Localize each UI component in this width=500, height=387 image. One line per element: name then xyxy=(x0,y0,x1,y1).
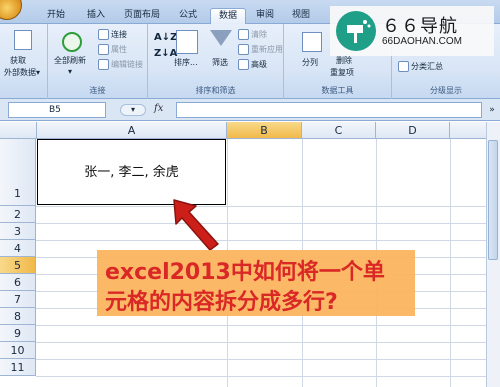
advanced-filter-button[interactable]: 高级 xyxy=(238,59,267,70)
row-header-6[interactable]: 6 xyxy=(0,274,36,291)
properties-button[interactable]: 属性 xyxy=(98,44,127,55)
edit-links-label: 编辑链接 xyxy=(111,60,143,69)
edit-links-icon xyxy=(98,59,109,70)
sort-button[interactable]: 排序... xyxy=(174,57,198,68)
group-label-outline: 分级显示 xyxy=(430,86,462,95)
tab-page-layout[interactable]: 页面布局 xyxy=(116,8,168,24)
connections-icon xyxy=(98,29,109,40)
tab-insert[interactable]: 插入 xyxy=(80,8,112,24)
get-external-data-label2[interactable]: 外部数据▾ xyxy=(4,67,40,78)
row-header-7[interactable]: 7 xyxy=(0,291,36,308)
group-label-connections: 连接 xyxy=(89,86,106,95)
gridline xyxy=(36,325,486,326)
insert-function-icon[interactable]: fx xyxy=(154,103,163,114)
callout-line-1: excel2013中如何将一个单 xyxy=(105,260,385,285)
clear-filter-icon xyxy=(238,29,249,40)
tab-review[interactable]: 审阅 xyxy=(250,8,280,24)
edit-links-button[interactable]: 编辑链接 xyxy=(98,59,143,70)
tab-formulas[interactable]: 公式 xyxy=(172,8,204,24)
get-external-data-icon xyxy=(14,30,32,50)
formula-bar: B5 ▾ fx » xyxy=(0,99,500,121)
row-header-10[interactable]: 10 xyxy=(0,342,36,359)
group-external-data: 获取 外部数据▾ xyxy=(0,24,48,99)
tab-home[interactable]: 开始 xyxy=(36,8,76,24)
group-sort-filter: A↓Z Z↓A 排序... 筛选 清除 重新应用 高级 排序和筛选 xyxy=(148,24,284,99)
sort-az-icon[interactable]: A↓Z xyxy=(154,32,177,43)
reapply-icon xyxy=(238,44,249,55)
row-header-1[interactable]: 1 xyxy=(0,139,36,206)
watermark-title: ６６导航 xyxy=(382,16,458,37)
connections-label: 连接 xyxy=(111,30,127,39)
gridline xyxy=(36,342,486,343)
text-to-columns-button[interactable]: 分列 xyxy=(302,57,318,68)
watermark-url: 66DAOHAN.COM xyxy=(382,36,463,47)
gridline xyxy=(36,206,486,207)
tab-view[interactable]: 视图 xyxy=(286,8,316,24)
properties-icon xyxy=(98,44,109,55)
text-to-columns-icon xyxy=(302,32,322,52)
row-header-5[interactable]: 5 xyxy=(0,257,36,274)
advanced-filter-label: 高级 xyxy=(251,60,267,69)
gridline xyxy=(36,359,486,360)
gridline xyxy=(450,139,451,387)
remove-duplicates-label1[interactable]: 删除 xyxy=(336,55,352,66)
gridline xyxy=(36,223,486,224)
properties-label: 属性 xyxy=(111,45,127,54)
subtotal-button[interactable]: 分类汇总 xyxy=(398,61,443,72)
reapply-button[interactable]: 重新应用 xyxy=(238,44,283,55)
row-header-11[interactable]: 11 xyxy=(0,359,36,376)
row-header-2[interactable]: 2 xyxy=(0,206,36,223)
column-header-d[interactable]: D xyxy=(376,122,450,139)
reapply-label: 重新应用 xyxy=(251,45,283,54)
select-all-corner[interactable] xyxy=(0,122,37,139)
subtotal-icon xyxy=(398,61,409,72)
refresh-all-icon xyxy=(62,32,82,52)
title-callout: excel2013中如何将一个单 元格的内容拆分成多行? xyxy=(97,250,415,316)
group-label-sort-filter: 排序和筛选 xyxy=(195,86,236,95)
sort-dialog-icon xyxy=(176,30,198,54)
watermark-logo-icon xyxy=(336,11,376,51)
subtotal-label: 分类汇总 xyxy=(411,62,443,71)
row-header-8[interactable]: 8 xyxy=(0,308,36,325)
clear-filter-button[interactable]: 清除 xyxy=(238,29,267,40)
column-header-c[interactable]: C xyxy=(302,122,376,139)
site-watermark: ６６导航 66DAOHAN.COM xyxy=(330,6,494,56)
vertical-scrollbar-thumb[interactable] xyxy=(488,140,498,260)
get-external-data-label1[interactable]: 获取 xyxy=(10,55,26,66)
row-header-4[interactable]: 4 xyxy=(0,240,36,257)
expand-formula-bar-icon[interactable]: » xyxy=(486,102,498,118)
tab-data[interactable]: 数据 xyxy=(210,8,246,24)
refresh-all-dropdown[interactable]: ▾ xyxy=(68,67,72,76)
refresh-all-button[interactable]: 全部刷新 xyxy=(54,55,86,66)
formula-bar-divider-handle[interactable]: ▾ xyxy=(120,104,146,116)
filter-funnel-icon xyxy=(210,30,232,46)
gridline xyxy=(36,240,486,241)
group-connections: 全部刷新 ▾ 连接 属性 编辑链接 连接 xyxy=(48,24,148,99)
column-header-b[interactable]: B xyxy=(227,122,302,139)
group-label-data-tools: 数据工具 xyxy=(321,86,354,95)
advanced-filter-icon xyxy=(238,59,249,70)
callout-line-2: 元格的内容拆分成多行? xyxy=(105,290,338,315)
formula-input[interactable] xyxy=(176,102,482,118)
column-header-a[interactable]: A xyxy=(37,122,227,139)
gridline xyxy=(36,376,486,377)
office-button[interactable] xyxy=(0,0,22,20)
connections-button[interactable]: 连接 xyxy=(98,29,127,40)
name-box[interactable]: B5 xyxy=(8,102,106,118)
remove-duplicates-label2[interactable]: 重复项 xyxy=(330,67,354,78)
row-header-9[interactable]: 9 xyxy=(0,325,36,342)
row-header-3[interactable]: 3 xyxy=(0,223,36,240)
column-header-e[interactable] xyxy=(450,122,486,139)
clear-filter-label: 清除 xyxy=(251,30,267,39)
filter-button[interactable]: 筛选 xyxy=(212,57,228,68)
